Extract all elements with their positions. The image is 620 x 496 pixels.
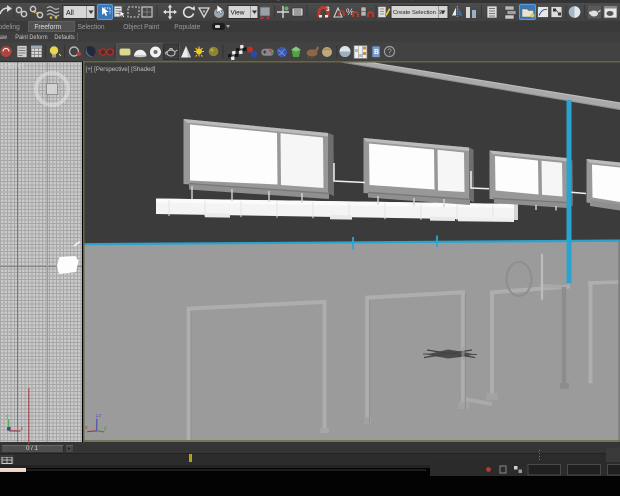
svg-text:View: View xyxy=(231,10,245,17)
svg-text:3: 3 xyxy=(326,6,330,13)
svg-text:All: All xyxy=(66,10,74,17)
svg-text:y: y xyxy=(104,426,107,432)
svg-text:[+] [Perspective] [Shaded]: [+] [Perspective] [Shaded] xyxy=(86,66,156,73)
svg-text:x: x xyxy=(21,426,24,432)
svg-text:x: x xyxy=(85,425,88,431)
svg-text:B: B xyxy=(374,49,379,56)
svg-text:Create Selection Se: Create Selection Se xyxy=(393,10,445,16)
svg-text:?: ? xyxy=(387,48,392,57)
svg-text:z: z xyxy=(99,413,102,419)
